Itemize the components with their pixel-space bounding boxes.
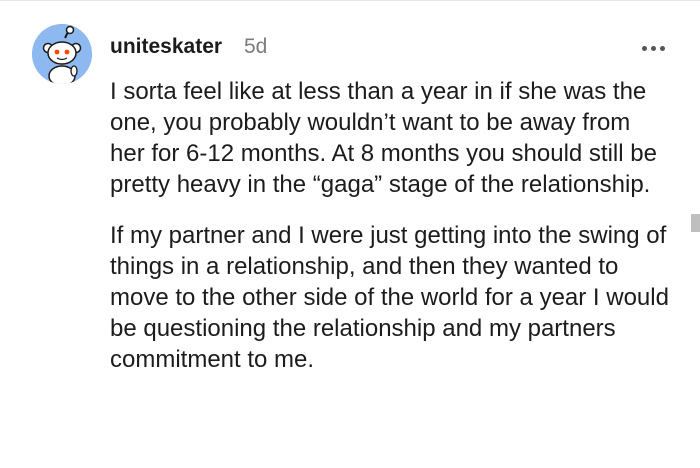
comment: uniteskater 5d I sorta feel like at less…	[0, 0, 700, 468]
more-options-icon	[641, 45, 647, 51]
more-options-icon	[650, 45, 656, 51]
comment-paragraph: I sorta feel like at less than a year in…	[110, 78, 657, 198]
scrollbar-thumb[interactable]	[691, 214, 700, 232]
comment-timestamp: 5d	[244, 35, 268, 58]
snoo-avatar-icon	[32, 24, 92, 84]
more-options-icon	[659, 45, 665, 51]
username[interactable]: uniteskater	[110, 35, 222, 59]
comment-paragraph: If my partner and I were just getting in…	[110, 222, 669, 373]
more-options-button[interactable]	[638, 38, 668, 58]
comment-body: I sorta feel like at less than a year in…	[110, 76, 670, 395]
user-avatar[interactable]	[32, 24, 92, 84]
